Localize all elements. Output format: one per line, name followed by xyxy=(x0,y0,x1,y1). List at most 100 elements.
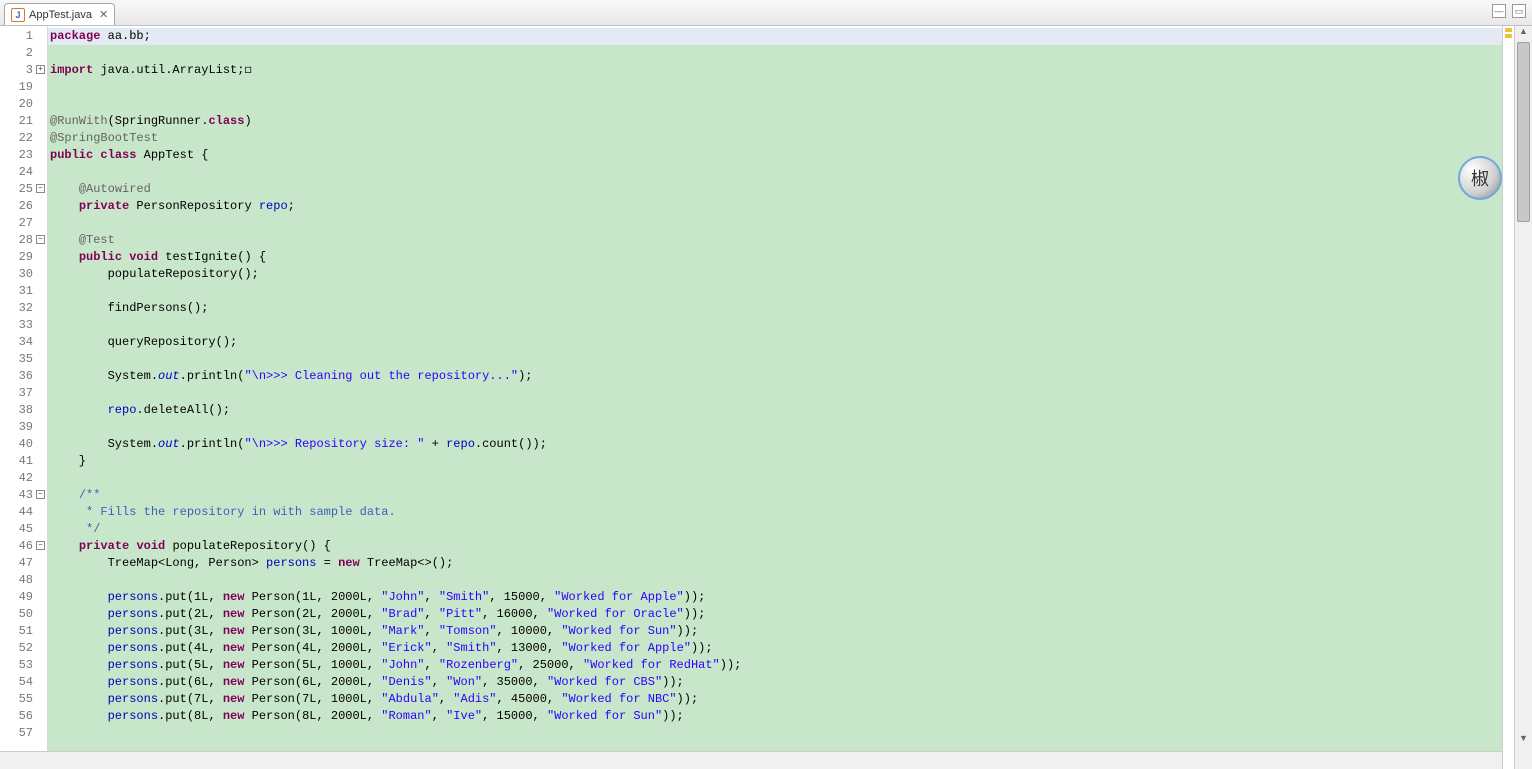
fold-collapse-icon[interactable]: − xyxy=(36,541,45,550)
code-line[interactable]: persons.put(1L, new Person(1L, 2000L, "J… xyxy=(48,589,1502,606)
code-line[interactable] xyxy=(48,572,1502,589)
line-number: 49 xyxy=(0,589,47,606)
line-number: 46− xyxy=(0,538,47,555)
line-number: 50 xyxy=(0,606,47,623)
code-line[interactable] xyxy=(48,79,1502,96)
code-line[interactable]: import java.util.ArrayList;◻ xyxy=(48,62,1502,79)
code-line[interactable] xyxy=(48,317,1502,334)
line-number: 26 xyxy=(0,198,47,215)
code-line[interactable]: private void populateRepository() { xyxy=(48,538,1502,555)
scroll-up-arrow-icon[interactable]: ▲ xyxy=(1515,26,1532,42)
line-number: 22 xyxy=(0,130,47,147)
code-line[interactable] xyxy=(48,385,1502,402)
line-number: 48 xyxy=(0,572,47,589)
line-number: 33 xyxy=(0,317,47,334)
line-number: 52 xyxy=(0,640,47,657)
fold-collapse-icon[interactable]: − xyxy=(36,235,45,244)
line-number: 37 xyxy=(0,385,47,402)
line-number: 41 xyxy=(0,453,47,470)
horizontal-scrollbar[interactable] xyxy=(0,751,1502,769)
code-line[interactable] xyxy=(48,470,1502,487)
overview-mark[interactable] xyxy=(1505,34,1512,38)
code-line[interactable]: public class AppTest { xyxy=(48,147,1502,164)
line-number: 55 xyxy=(0,691,47,708)
line-number: 21 xyxy=(0,113,47,130)
code-line[interactable]: private PersonRepository repo; xyxy=(48,198,1502,215)
code-line[interactable] xyxy=(48,215,1502,232)
overview-mark[interactable] xyxy=(1505,28,1512,32)
scroll-down-arrow-icon[interactable]: ▼ xyxy=(1515,733,1532,749)
code-line[interactable]: persons.put(2L, new Person(2L, 2000L, "B… xyxy=(48,606,1502,623)
code-line[interactable]: repo.deleteAll(); xyxy=(48,402,1502,419)
code-line[interactable]: persons.put(5L, new Person(5L, 1000L, "J… xyxy=(48,657,1502,674)
code-line[interactable]: */ xyxy=(48,521,1502,538)
line-number: 24 xyxy=(0,164,47,181)
scrollbar-thumb[interactable] xyxy=(1517,42,1530,222)
code-line[interactable] xyxy=(48,283,1502,300)
line-number: 43− xyxy=(0,487,47,504)
code-line[interactable] xyxy=(48,164,1502,181)
code-line[interactable]: System.out.println("\n>>> Repository siz… xyxy=(48,436,1502,453)
line-number: 30 xyxy=(0,266,47,283)
code-text-area[interactable]: package aa.bb; import java.util.ArrayList… xyxy=(48,26,1502,769)
line-number: 31 xyxy=(0,283,47,300)
code-line[interactable]: persons.put(3L, new Person(3L, 1000L, "M… xyxy=(48,623,1502,640)
code-line[interactable]: /** xyxy=(48,487,1502,504)
editor-tab-bar: J AppTest.java ✕ — ▭ xyxy=(0,0,1532,26)
code-line[interactable]: public void testIgnite() { xyxy=(48,249,1502,266)
code-line[interactable]: * Fills the repository in with sample da… xyxy=(48,504,1502,521)
code-line[interactable]: @RunWith(SpringRunner.class) xyxy=(48,113,1502,130)
code-line[interactable]: TreeMap<Long, Person> persons = new Tree… xyxy=(48,555,1502,572)
code-line[interactable] xyxy=(48,725,1502,742)
code-line[interactable]: populateRepository(); xyxy=(48,266,1502,283)
line-number: 29 xyxy=(0,249,47,266)
fold-collapse-icon[interactable]: − xyxy=(36,490,45,499)
line-number: 45 xyxy=(0,521,47,538)
minimize-icon[interactable]: — xyxy=(1492,4,1506,18)
line-number: 56 xyxy=(0,708,47,725)
line-number: 27 xyxy=(0,215,47,232)
code-line[interactable] xyxy=(48,351,1502,368)
line-number: 35 xyxy=(0,351,47,368)
code-line[interactable]: persons.put(8L, new Person(8L, 2000L, "R… xyxy=(48,708,1502,725)
line-number: 38 xyxy=(0,402,47,419)
line-number: 47 xyxy=(0,555,47,572)
tab-filename: AppTest.java xyxy=(29,9,92,21)
line-number: 32 xyxy=(0,300,47,317)
code-line[interactable] xyxy=(48,419,1502,436)
line-number: 28− xyxy=(0,232,47,249)
code-line[interactable]: @SpringBootTest xyxy=(48,130,1502,147)
line-number: 51 xyxy=(0,623,47,640)
editor-tab-apptest[interactable]: J AppTest.java ✕ xyxy=(4,3,115,25)
avatar-char: 椒 xyxy=(1471,165,1489,191)
fold-collapse-icon[interactable]: − xyxy=(36,184,45,193)
code-line[interactable]: persons.put(7L, new Person(7L, 1000L, "A… xyxy=(48,691,1502,708)
line-number-gutter[interactable]: 123+19202122232425−262728−29303132333435… xyxy=(0,26,48,769)
avatar[interactable]: 椒 xyxy=(1458,156,1502,200)
code-line[interactable]: persons.put(6L, new Person(6L, 2000L, "D… xyxy=(48,674,1502,691)
line-number: 23 xyxy=(0,147,47,164)
code-line[interactable]: package aa.bb; xyxy=(48,28,1502,45)
line-number: 42 xyxy=(0,470,47,487)
line-number: 44 xyxy=(0,504,47,521)
close-tab-icon[interactable]: ✕ xyxy=(96,8,108,21)
code-line[interactable]: findPersons(); xyxy=(48,300,1502,317)
overview-ruler[interactable] xyxy=(1502,26,1514,769)
code-line[interactable]: queryRepository(); xyxy=(48,334,1502,351)
code-line[interactable]: persons.put(4L, new Person(4L, 2000L, "E… xyxy=(48,640,1502,657)
code-line[interactable] xyxy=(48,96,1502,113)
code-line[interactable]: @Test xyxy=(48,232,1502,249)
editor-area: 123+19202122232425−262728−29303132333435… xyxy=(0,26,1532,769)
maximize-icon[interactable]: ▭ xyxy=(1512,4,1526,18)
code-line[interactable] xyxy=(48,45,1502,62)
line-number: 40 xyxy=(0,436,47,453)
code-line[interactable]: System.out.println("\n>>> Cleaning out t… xyxy=(48,368,1502,385)
line-number: 54 xyxy=(0,674,47,691)
line-number: 34 xyxy=(0,334,47,351)
code-line[interactable]: } xyxy=(48,453,1502,470)
line-number: 25− xyxy=(0,181,47,198)
fold-expand-icon[interactable]: + xyxy=(36,65,45,74)
vertical-scrollbar[interactable]: ▲ ▼ xyxy=(1514,26,1532,769)
code-line[interactable]: @Autowired xyxy=(48,181,1502,198)
line-number: 3+ xyxy=(0,62,47,79)
